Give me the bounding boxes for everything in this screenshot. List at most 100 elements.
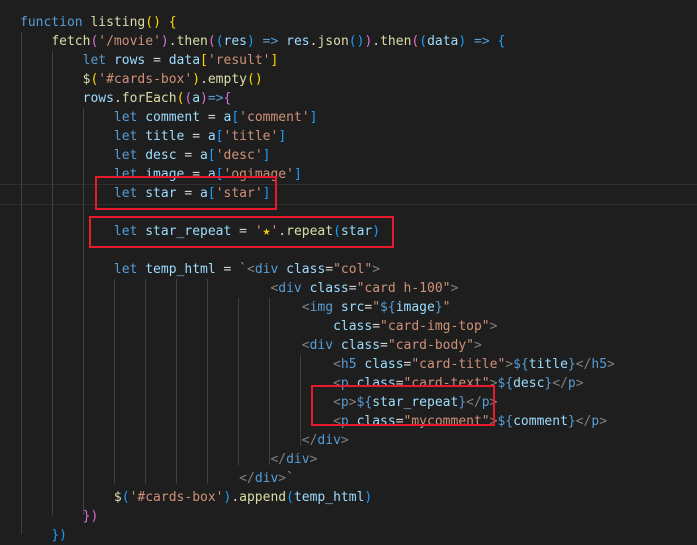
code-token: $	[113, 490, 122, 505]
code-token: '/movie'	[98, 34, 161, 49]
code-token: let	[113, 262, 138, 277]
code-token: forEach	[121, 91, 177, 106]
code-line[interactable]: fetch('/movie').then((res) => res.json()…	[20, 32, 505, 51]
code-line[interactable]: function listing() {	[20, 13, 177, 32]
code-token: "	[442, 300, 451, 315]
code-line[interactable]: $('#cards-box').empty()	[20, 70, 263, 89]
code-token: >	[473, 338, 482, 353]
code-token: p	[567, 376, 576, 391]
code-token: })	[51, 528, 67, 543]
code-token: class	[340, 338, 381, 353]
code-token: comment	[513, 414, 568, 429]
code-line[interactable]: </div>	[20, 450, 317, 469]
code-token: {	[497, 34, 506, 49]
code-token: >	[372, 262, 381, 277]
code-line[interactable]: $('#cards-box').append(temp_html)	[20, 488, 372, 507]
code-token: "card-title"	[411, 357, 506, 372]
code-token: [	[215, 129, 224, 144]
code-token: data	[427, 34, 459, 49]
code-token: a	[192, 91, 201, 106]
code-line[interactable]: <div class="card h-100">	[20, 279, 458, 298]
code-token: .	[231, 490, 240, 505]
code-token: class	[333, 319, 373, 334]
code-token: }	[567, 357, 576, 372]
code-token: desc	[145, 148, 177, 163]
code-token: )	[192, 72, 201, 87]
code-token: }	[434, 300, 443, 315]
code-line[interactable]: <p class="card-text">${desc}</p>	[20, 374, 583, 393]
code-token: (	[286, 490, 294, 505]
code-token: title	[145, 129, 185, 144]
code-token: div	[309, 338, 334, 353]
code-token: >	[505, 357, 514, 372]
code-token: })	[82, 509, 99, 524]
code-token: 'desc'	[215, 148, 263, 163]
code-token: </	[239, 471, 255, 486]
code-line[interactable]: let comment = a['comment']	[20, 108, 318, 127]
code-line[interactable]: })	[20, 507, 99, 526]
code-line[interactable]: rows.forEach((a)=>{	[20, 89, 232, 108]
code-token: "card-body"	[387, 338, 474, 353]
code-token: class	[286, 262, 326, 277]
code-token: title	[528, 357, 568, 372]
code-line[interactable]: <img src="${image}"	[20, 298, 451, 317]
code-token: ]	[309, 110, 318, 125]
code-token: class	[364, 357, 404, 372]
code-line[interactable]: class="card-img-top">	[20, 317, 497, 336]
code-token: function	[20, 15, 83, 30]
code-token: =	[145, 53, 169, 68]
code-token: 'result'	[207, 53, 271, 68]
code-line[interactable]: </div>`	[20, 469, 294, 488]
code-token: >	[599, 414, 608, 429]
code-line[interactable]: let desc = a['desc']	[20, 146, 271, 165]
code-line[interactable]: })	[20, 526, 67, 545]
code-token: ()	[145, 15, 161, 30]
highlight-box-star	[95, 176, 277, 210]
code-token: div	[254, 262, 279, 277]
code-token: listing	[90, 15, 146, 30]
code-token: <	[333, 357, 341, 372]
code-token: div	[278, 281, 302, 296]
code-token: desc	[513, 376, 545, 391]
code-token: then	[380, 34, 412, 49]
code-token: ]	[278, 129, 287, 144]
code-token: div	[254, 471, 279, 486]
code-token: then	[176, 34, 208, 49]
code-line[interactable]: let rows = data['result']	[20, 51, 279, 70]
code-line[interactable]: let title = a['title']	[20, 127, 286, 146]
code-token: 'title'	[223, 129, 279, 144]
code-token: <	[301, 338, 310, 353]
code-line[interactable]: <h5 class="card-title">${title}</h5>	[20, 355, 615, 374]
code-editor[interactable]: function listing() { fetch('/movie').the…	[0, 0, 697, 543]
code-token: =	[176, 148, 201, 163]
code-token: class	[309, 281, 349, 296]
code-token: [	[231, 110, 240, 125]
code-token: }	[567, 414, 576, 429]
code-token: ${	[380, 300, 396, 315]
code-line[interactable]: </div>	[20, 431, 349, 450]
code-token: res	[223, 34, 248, 49]
code-token: div	[317, 433, 341, 448]
code-token: </	[270, 452, 287, 467]
code-token: image	[395, 300, 435, 315]
highlight-box-star-repeat	[89, 216, 394, 248]
code-token: =>	[262, 34, 279, 49]
code-token: (	[121, 490, 130, 505]
code-token: )	[200, 91, 208, 106]
code-token: .	[168, 34, 177, 49]
code-line[interactable]: let temp_html = `<div class="col">	[20, 260, 380, 279]
code-line[interactable]: <div class="card-body">	[20, 336, 482, 355]
code-token: =	[184, 129, 208, 144]
